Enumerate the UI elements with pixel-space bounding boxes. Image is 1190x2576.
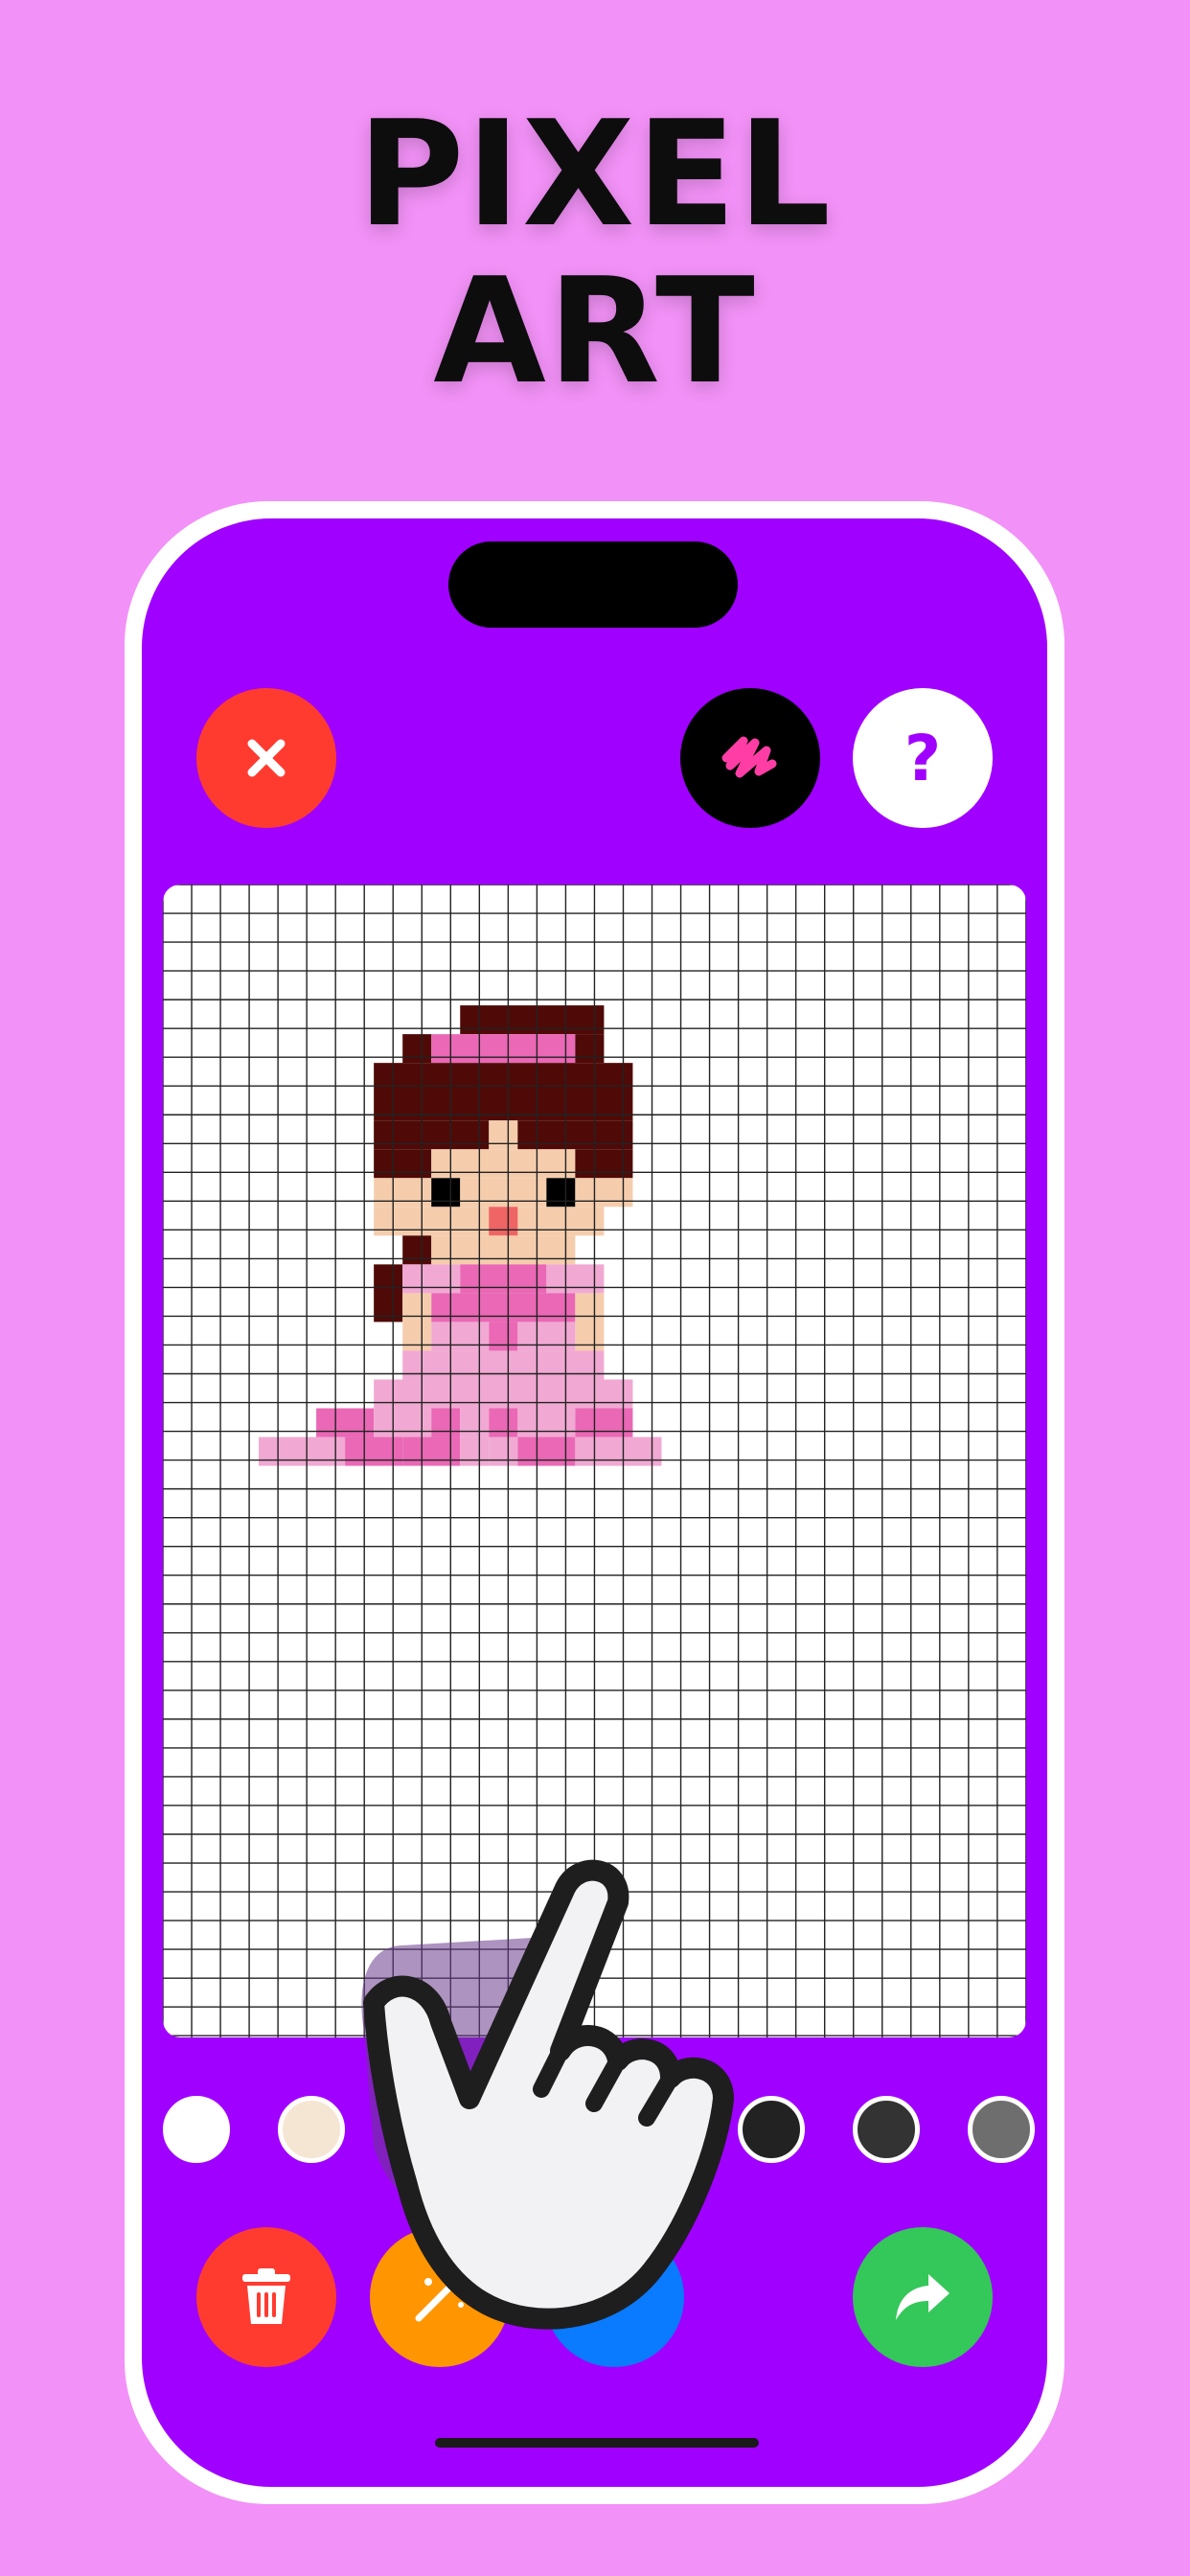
pixel-cell[interactable] (431, 1293, 576, 1322)
pixel-cell[interactable] (575, 1437, 662, 1466)
pixel-cell[interactable] (575, 1178, 633, 1208)
pixel-cell[interactable] (575, 1034, 605, 1064)
help-label: ? (904, 721, 942, 795)
close-button[interactable] (196, 688, 336, 828)
pixel-cell[interactable] (402, 1034, 432, 1064)
pixel-cell[interactable] (402, 1350, 605, 1380)
help-button[interactable]: ? (853, 688, 993, 828)
pixel-cell[interactable] (402, 1293, 432, 1351)
pixel-cell[interactable] (431, 1322, 490, 1351)
pixel-cell[interactable] (460, 1264, 547, 1294)
pixel-cell[interactable] (575, 1149, 633, 1179)
trash-icon (242, 2268, 290, 2324)
pixel-cell[interactable] (489, 1437, 518, 1466)
share-button[interactable] (853, 2227, 993, 2367)
pixel-cell[interactable] (431, 1178, 461, 1208)
headline: PIXEL ART (0, 96, 1190, 410)
close-icon (247, 739, 286, 777)
pixel-cell[interactable] (374, 1408, 432, 1438)
pixel-cell[interactable] (431, 1034, 576, 1064)
home-indicator (435, 2438, 759, 2448)
pixel-cell[interactable] (431, 1235, 576, 1265)
pixel-cell[interactable] (517, 1408, 576, 1438)
pixel-cell[interactable] (402, 1437, 461, 1466)
pixel-cell[interactable] (546, 1264, 605, 1294)
pixel-cell[interactable] (460, 1437, 490, 1466)
pixel-cell[interactable] (489, 1207, 518, 1236)
pixel-cell[interactable] (575, 1293, 605, 1351)
scribble-icon (721, 736, 777, 778)
pixel-cell[interactable] (374, 1120, 490, 1150)
pixel-cell[interactable] (517, 1120, 633, 1150)
pixel-cell[interactable] (402, 1264, 461, 1294)
pointing-hand-icon (361, 1859, 734, 2330)
pixel-cell[interactable] (460, 1005, 605, 1035)
pixel-cell[interactable] (431, 1408, 461, 1438)
headline-line-2: ART (433, 246, 757, 416)
pixel-cell[interactable] (460, 1178, 547, 1208)
pixel-cell[interactable] (345, 1437, 403, 1466)
pixel-cell[interactable] (546, 1178, 576, 1208)
swatch-dark-gray[interactable] (853, 2096, 920, 2163)
headline-line-1: PIXEL (357, 89, 833, 259)
pixel-cell[interactable] (402, 1235, 432, 1265)
share-arrow-icon (896, 2274, 950, 2320)
pixel-cell[interactable] (374, 1149, 432, 1179)
pixel-cell[interactable] (374, 1264, 403, 1322)
pixel-cell[interactable] (374, 1178, 432, 1208)
pixel-cell[interactable] (489, 1120, 518, 1150)
dynamic-island (448, 541, 738, 628)
pixel-cell[interactable] (259, 1437, 346, 1466)
draw-mode-button[interactable] (680, 688, 820, 828)
pixel-cell[interactable] (316, 1408, 375, 1438)
swatch-mid-gray[interactable] (968, 2096, 1035, 2163)
pixel-cell[interactable] (489, 1408, 518, 1438)
pixel-cell[interactable] (575, 1408, 633, 1438)
pixel-cell[interactable] (489, 1322, 518, 1351)
swatch-white[interactable] (163, 2096, 230, 2163)
delete-button[interactable] (196, 2227, 336, 2367)
pixel-cell[interactable] (517, 1322, 576, 1351)
pixel-cell[interactable] (517, 1437, 576, 1466)
pixel-cell[interactable] (431, 1149, 576, 1179)
pixel-cell[interactable] (460, 1408, 490, 1438)
